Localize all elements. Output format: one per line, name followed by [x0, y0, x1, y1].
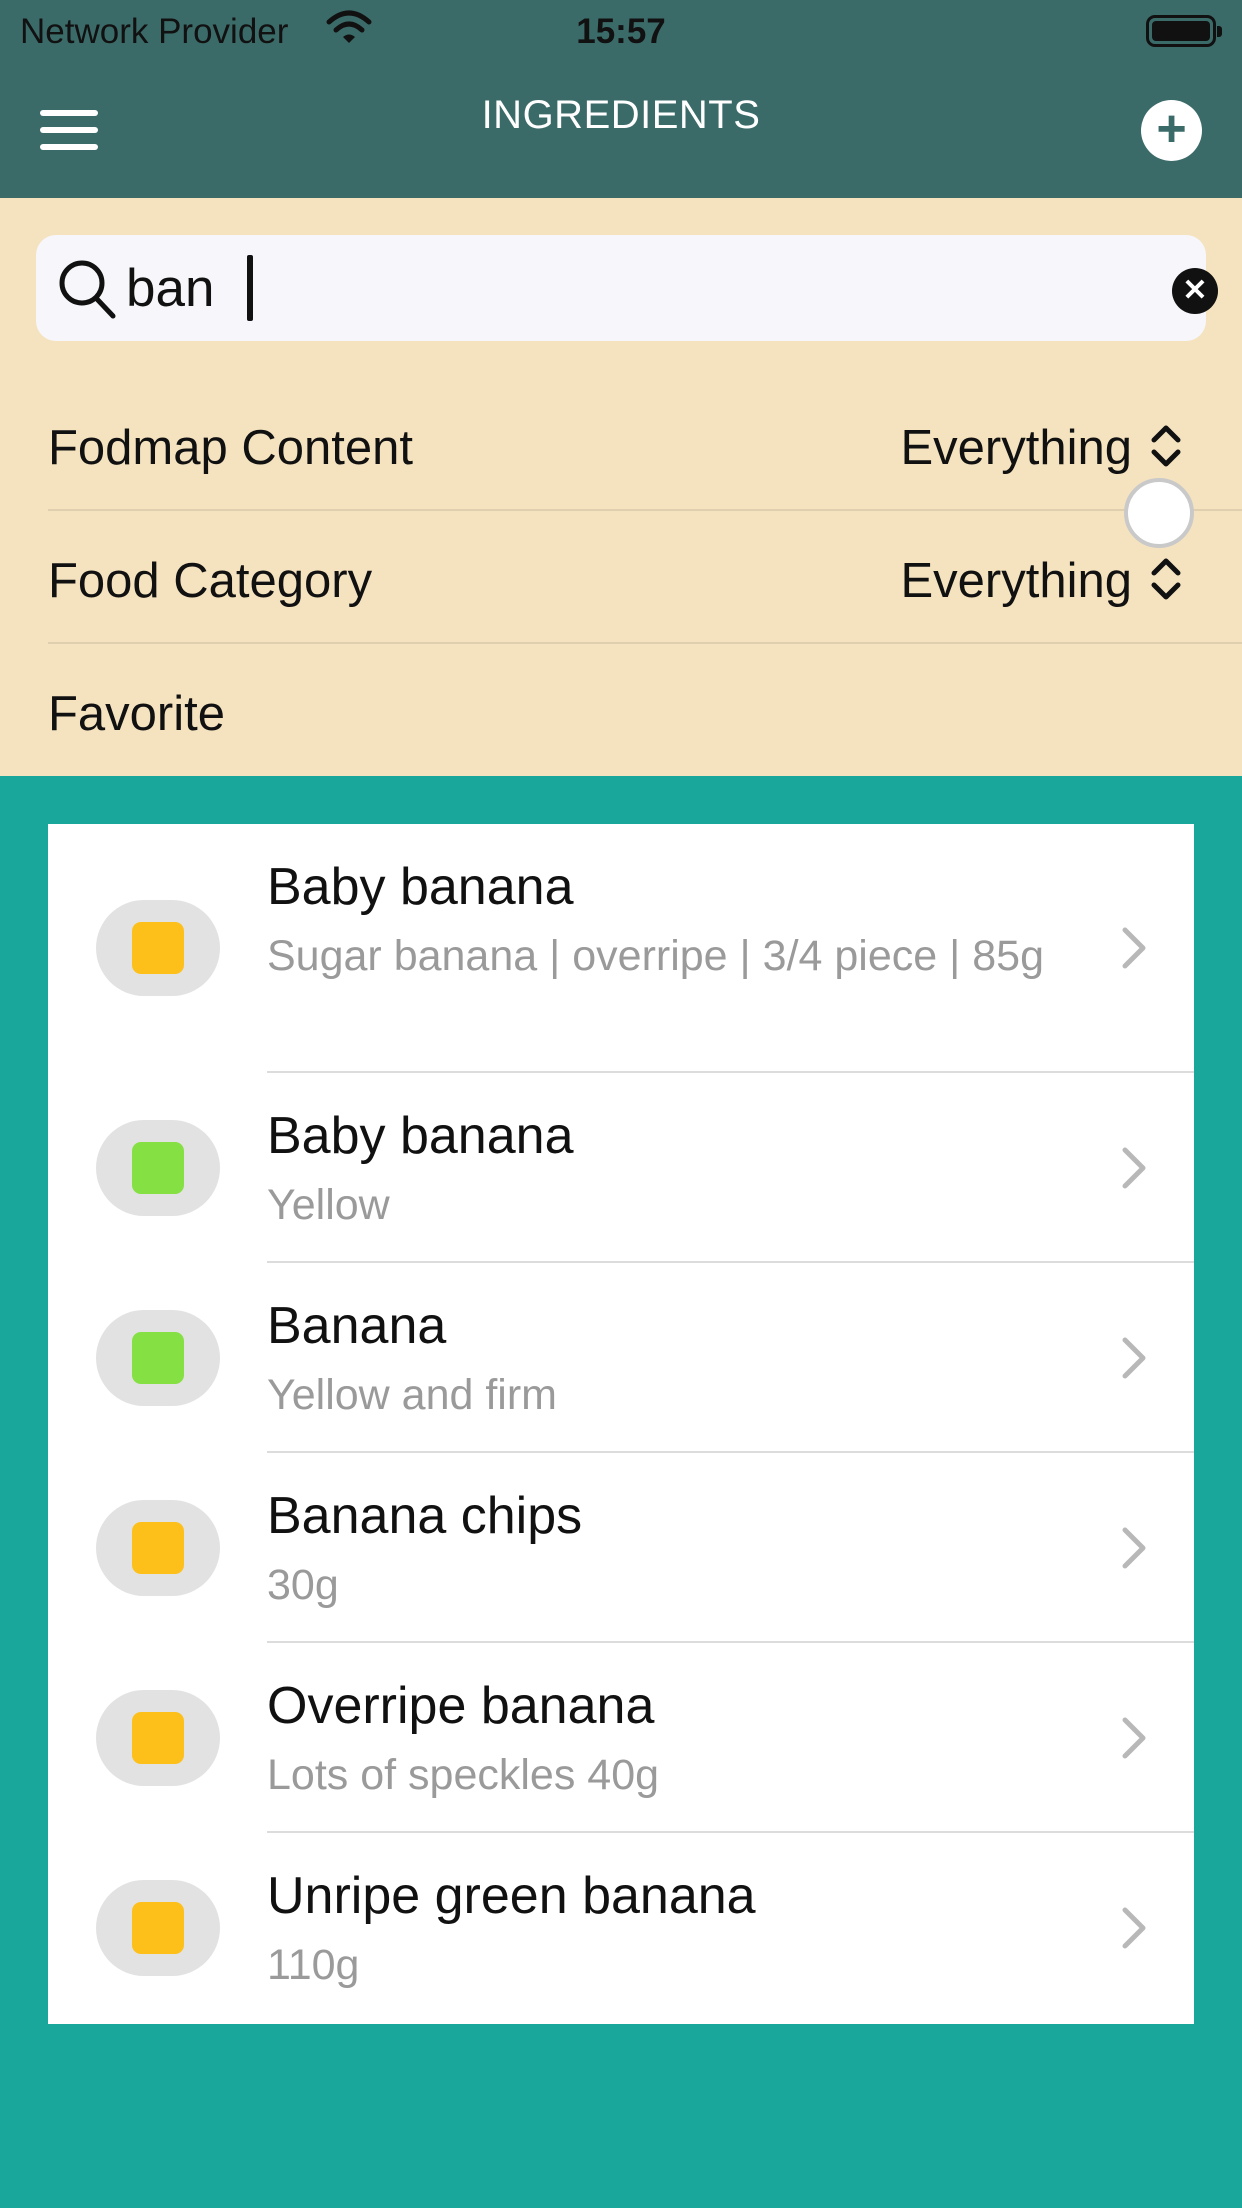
- ingredient-row[interactable]: Baby banana Yellow: [48, 1073, 1194, 1263]
- fodmap-content-value: Everything: [900, 421, 1132, 475]
- fodmap-status-badge: [96, 1500, 220, 1596]
- search-input[interactable]: [126, 253, 1126, 323]
- search-icon: [59, 260, 116, 319]
- ingredient-name: Overripe banana: [267, 1677, 655, 1735]
- search-bar[interactable]: ✕: [36, 235, 1218, 341]
- ingredient-name: Baby banana: [267, 1107, 574, 1165]
- navigation-header: Network Provider 15:57 INGREDIENTS +: [0, 0, 1242, 198]
- status-bar: Network Provider 15:57: [0, 0, 1242, 62]
- ingredient-name: Baby banana: [267, 858, 574, 916]
- ingredient-row[interactable]: Banana Yellow and firm: [48, 1263, 1194, 1453]
- fodmap-status-badge: [96, 900, 220, 996]
- ingredient-name: Unripe green banana: [267, 1867, 756, 1925]
- chevron-right-icon: [1122, 1527, 1146, 1569]
- fodmap-status-badge: [96, 1310, 220, 1406]
- fodmap-status-badge: [96, 1120, 220, 1216]
- fodmap-status-dot: [132, 1142, 184, 1194]
- ingredient-name: Banana: [267, 1297, 447, 1355]
- fodmap-status-dot: [132, 922, 184, 974]
- filter-panel: ✕ Fodmap Content Everything Food Categor…: [0, 198, 1242, 776]
- fodmap-status-dot: [132, 1902, 184, 1954]
- fodmap-status-dot: [132, 1712, 184, 1764]
- ingredient-detail: Yellow and firm: [267, 1371, 557, 1419]
- chevron-right-icon: [1122, 1147, 1146, 1189]
- ingredient-name: Banana chips: [267, 1487, 583, 1545]
- ingredient-detail: 30g: [267, 1561, 339, 1609]
- food-category-filter[interactable]: Food Category Everything: [48, 511, 1242, 644]
- ingredient-row[interactable]: Banana chips 30g: [48, 1453, 1194, 1643]
- chevron-right-icon: [1122, 927, 1146, 969]
- ingredient-row[interactable]: Overripe banana Lots of speckles 40g: [48, 1643, 1194, 1833]
- ingredient-detail: Sugar banana | overripe | 3/4 piece | 85…: [267, 932, 1044, 980]
- chevron-up-down-icon: [1151, 425, 1181, 467]
- food-category-label: Food Category: [48, 554, 373, 608]
- fodmap-status-badge: [96, 1880, 220, 1976]
- chevron-right-icon: [1122, 1717, 1146, 1759]
- clear-search-button[interactable]: ✕: [1172, 268, 1218, 314]
- fodmap-status-badge: [96, 1690, 220, 1786]
- text-cursor: [247, 255, 253, 321]
- chevron-right-icon: [1122, 1337, 1146, 1379]
- favorite-filter: Favorite: [48, 644, 1242, 777]
- favorite-label: Favorite: [48, 687, 226, 741]
- ingredient-list: Baby banana Sugar banana | overripe | 3/4…: [48, 824, 1194, 2024]
- ingredient-detail: Lots of speckles 40g: [267, 1751, 660, 1799]
- fodmap-content-filter[interactable]: Fodmap Content Everything: [48, 378, 1242, 511]
- clear-x-icon: ✕: [1182, 274, 1208, 307]
- ingredient-detail: 110g: [267, 1941, 360, 1989]
- ingredient-detail: Yellow: [267, 1181, 390, 1229]
- food-category-value: Everything: [900, 554, 1132, 608]
- chevron-up-down-icon: [1151, 558, 1181, 600]
- battery-icon: [1146, 15, 1222, 47]
- ingredient-row[interactable]: Baby banana Sugar banana | overripe | 3/4…: [48, 824, 1194, 1073]
- page-title: INGREDIENTS: [481, 93, 761, 137]
- ingredient-row[interactable]: Unripe green banana 110g: [48, 1833, 1194, 2023]
- plus-icon: +: [1156, 100, 1187, 158]
- fodmap-status-dot: [132, 1332, 184, 1384]
- chevron-right-icon: [1122, 1907, 1146, 1949]
- fodmap-content-label: Fodmap Content: [48, 421, 413, 475]
- favorite-toggle[interactable]: [1124, 478, 1194, 548]
- fodmap-status-dot: [132, 1522, 184, 1574]
- status-time: 15:57: [576, 12, 666, 51]
- add-ingredient-button[interactable]: +: [1141, 100, 1202, 161]
